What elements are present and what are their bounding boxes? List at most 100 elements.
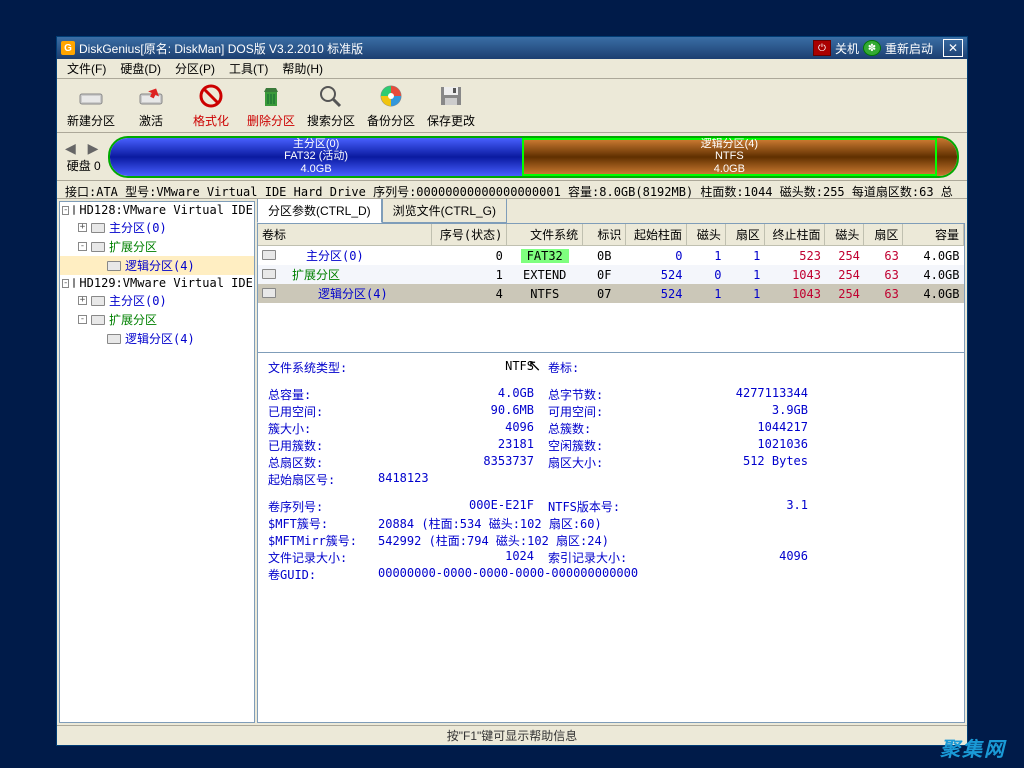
grid-row[interactable]: 主分区(0)0FAT320B011523254634.0GB: [258, 246, 964, 266]
tool-label: 新建分区: [67, 112, 115, 129]
detail-value: 90.6MB: [378, 403, 548, 420]
detail-label: 起始扇区号:: [268, 471, 378, 488]
tool-label: 格式化: [193, 112, 229, 129]
grid-header[interactable]: 起始柱面: [626, 224, 687, 246]
detail-value: NTFS: [378, 359, 548, 376]
shutdown-icon[interactable]: ⏻: [813, 40, 831, 56]
close-icon[interactable]: ✕: [943, 39, 963, 57]
tool-backup[interactable]: 备份分区: [365, 82, 417, 129]
backup-icon: [376, 82, 406, 110]
menu-tools[interactable]: 工具(T): [223, 59, 274, 78]
tool-delete[interactable]: 删除分区: [245, 82, 297, 129]
detail-label: 索引记录大小:: [548, 549, 658, 566]
menu-file[interactable]: 文件(F): [61, 59, 112, 78]
primary-partition-block[interactable]: 主分区(0) FAT32 (活动) 4.0GB: [110, 138, 521, 176]
detail-label: 簇大小:: [268, 420, 378, 437]
partition-icon: [107, 334, 121, 344]
expand-icon[interactable]: -: [62, 206, 69, 215]
detail-label: 总簇数:: [548, 420, 658, 437]
grid-header[interactable]: 文件系统: [507, 224, 583, 246]
tree-node[interactable]: - 扩展分区: [60, 237, 254, 256]
detail-label: 文件记录大小:: [268, 549, 378, 566]
new-icon: [76, 82, 106, 110]
expand-icon[interactable]: -: [62, 279, 69, 288]
app-icon: G: [61, 41, 75, 55]
detail-value: 512 Bytes: [658, 454, 808, 471]
menu-help[interactable]: 帮助(H): [276, 59, 329, 78]
grid-header[interactable]: 容量: [903, 224, 964, 246]
partition-icon: [107, 261, 121, 271]
tree-node[interactable]: 逻辑分区(4): [60, 256, 254, 275]
partition-icon: [91, 223, 105, 233]
restart-icon[interactable]: ✽: [863, 40, 881, 56]
disk-tree[interactable]: -HD128:VMware Virtual IDE H+主分区(0)-扩展分区逻…: [59, 201, 255, 723]
logical-partition-block[interactable]: 逻辑分区(4) NTFS 4.0GB: [522, 138, 937, 176]
detail-value: 4096: [658, 549, 808, 566]
tree-node[interactable]: +主分区(0): [60, 218, 254, 237]
status-bar: 按"F1"键可显示帮助信息: [57, 725, 967, 745]
tree-node[interactable]: - HD128:VMware Virtual IDE H: [60, 202, 254, 218]
detail-value: 000E-E21F: [378, 498, 548, 515]
menu-partition[interactable]: 分区(P): [169, 59, 221, 78]
partition-icon: [262, 288, 276, 298]
restart-label[interactable]: 重新启动: [885, 40, 933, 57]
tool-label: 激活: [139, 112, 163, 129]
tree-node[interactable]: -扩展分区: [60, 310, 254, 329]
detail-value: 8353737: [378, 454, 548, 471]
tool-label: 搜索分区: [307, 112, 355, 129]
grid-header[interactable]: 扇区: [864, 224, 903, 246]
detail-value: 00000000-0000-0000-0000-000000000000: [378, 566, 652, 583]
expand-icon[interactable]: -: [78, 242, 87, 251]
grid-header[interactable]: 磁头: [825, 224, 864, 246]
grid-header[interactable]: 标识: [583, 224, 626, 246]
right-pane: 分区参数(CTRL_D) 浏览文件(CTRL_G) 卷标序号(状态)文件系统标识…: [257, 201, 965, 723]
tool-format[interactable]: 格式化: [185, 82, 237, 129]
grid-header[interactable]: 扇区: [725, 224, 764, 246]
save-icon: [436, 82, 466, 110]
shutdown-label[interactable]: 关机: [835, 40, 859, 57]
partition-details: 文件系统类型:NTFS卷标:总容量:4.0GB总字节数:4277113344已用…: [257, 353, 965, 723]
menu-disk[interactable]: 硬盘(D): [114, 59, 167, 78]
expand-icon[interactable]: +: [78, 223, 87, 232]
grid-row[interactable]: 逻辑分区(4)4NTFS07524111043254634.0GB: [258, 284, 964, 303]
detail-label: 已用空间:: [268, 403, 378, 420]
tree-node[interactable]: -HD129:VMware Virtual IDE H: [60, 275, 254, 291]
detail-value: 1024: [378, 549, 548, 566]
grid-header[interactable]: 磁头: [686, 224, 725, 246]
tree-label: HD128:VMware Virtual IDE H: [79, 203, 255, 217]
tree-label: 逻辑分区(4): [125, 330, 195, 347]
tool-save[interactable]: 保存更改: [425, 82, 477, 129]
grid-row[interactable]: 扩展分区1EXTEND0F524011043254634.0GB: [258, 265, 964, 284]
expand-icon[interactable]: +: [78, 296, 87, 305]
partition-icon: [91, 296, 105, 306]
detail-value: 3.1: [658, 498, 808, 515]
detail-label: 总字节数:: [548, 386, 658, 403]
tool-new[interactable]: 新建分区: [65, 82, 117, 129]
nav-arrows[interactable]: ◀ ▶: [65, 140, 102, 157]
detail-label: 卷GUID:: [268, 566, 378, 583]
cylinder-cap: [937, 138, 957, 176]
partition-grid[interactable]: 卷标序号(状态)文件系统标识起始柱面磁头扇区终止柱面磁头扇区容量主分区(0)0F…: [257, 223, 965, 353]
detail-value: 20884 (柱面:534 磁头:102 扇区:60): [378, 515, 616, 532]
detail-label: $MFTMirr簇号:: [268, 532, 378, 549]
detail-label: 文件系统类型:: [268, 359, 378, 376]
partition-icon: [91, 242, 105, 252]
tree-node[interactable]: 逻辑分区(4): [60, 329, 254, 348]
detail-label: $MFT簇号:: [268, 515, 378, 532]
grid-header[interactable]: 卷标: [258, 224, 431, 246]
disk-label: 硬盘 0: [67, 157, 101, 174]
detail-label: 总扇区数:: [268, 454, 378, 471]
grid-header[interactable]: 终止柱面: [764, 224, 825, 246]
partition-cylinder[interactable]: 主分区(0) FAT32 (活动) 4.0GB 逻辑分区(4) NTFS 4.0…: [108, 136, 959, 178]
grid-header[interactable]: 序号(状态): [431, 224, 507, 246]
tab-browse-files[interactable]: 浏览文件(CTRL_G): [382, 199, 507, 223]
partition-bar: ◀ ▶ 硬盘 0 主分区(0) FAT32 (活动) 4.0GB 逻辑分区(4)…: [57, 133, 967, 181]
tab-partition-params[interactable]: 分区参数(CTRL_D): [257, 199, 382, 223]
tool-search[interactable]: 搜索分区: [305, 82, 357, 129]
tool-activate[interactable]: 激活: [125, 82, 177, 129]
disk-icon: [73, 205, 75, 215]
tree-node[interactable]: +主分区(0): [60, 291, 254, 310]
expand-icon[interactable]: -: [78, 315, 87, 324]
detail-label: 已用簇数:: [268, 437, 378, 454]
tree-label: 扩展分区: [109, 238, 157, 255]
